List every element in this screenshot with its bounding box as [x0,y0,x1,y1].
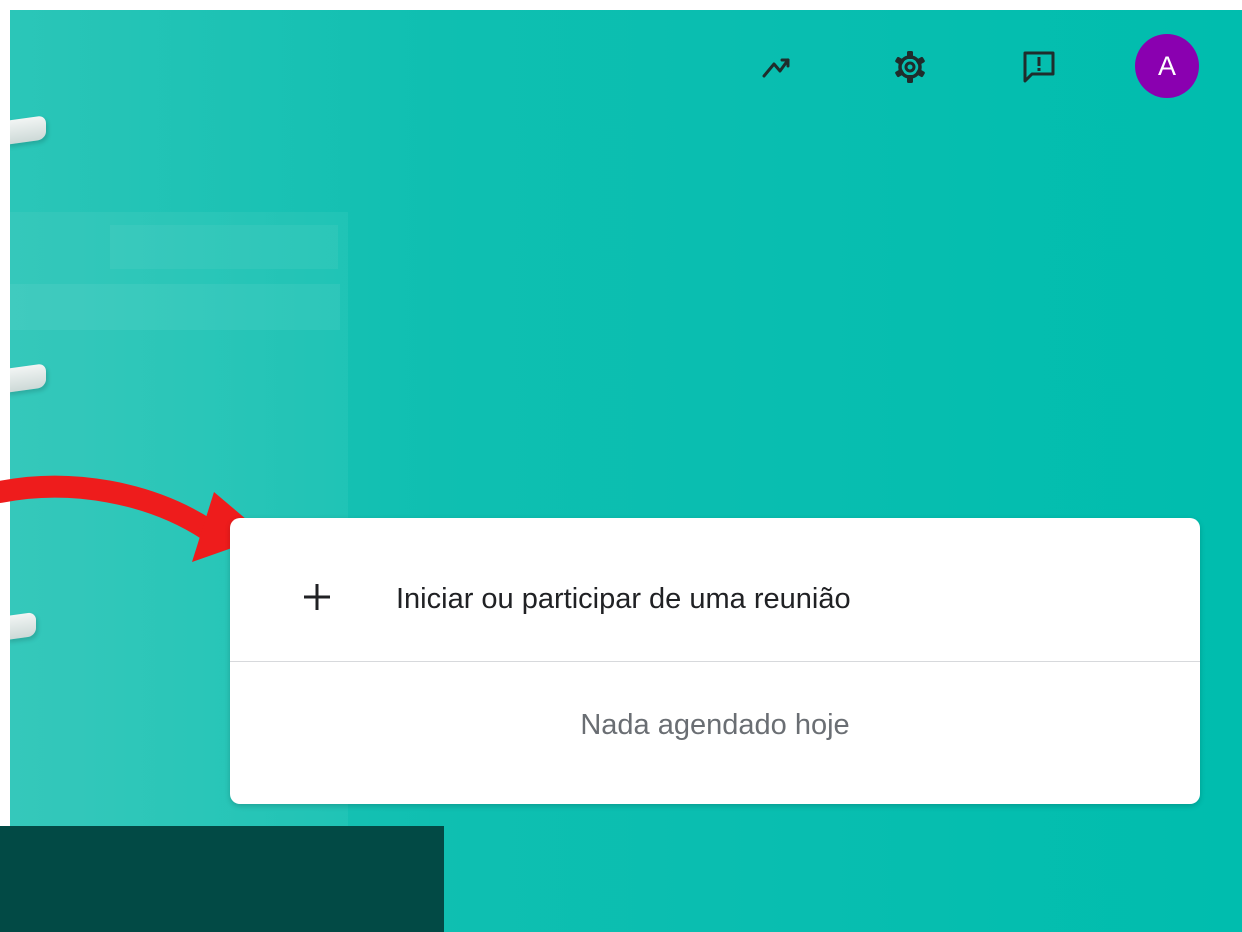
feedback-icon [1023,51,1055,83]
background-bar [10,284,340,330]
background-peg [6,115,46,145]
meeting-card: Iniciar ou participar de uma reunião Nad… [230,518,1200,804]
plus-icon [304,584,330,610]
top-border [0,0,1242,10]
settings-button[interactable] [888,45,932,89]
feedback-button[interactable] [1017,45,1061,89]
activity-button[interactable] [758,45,802,89]
card-divider [230,661,1200,662]
trending-icon [762,58,790,78]
start-or-join-meeting-button[interactable]: Iniciar ou participar de uma reunião [230,518,1200,661]
left-border [0,0,10,932]
no-meetings-today-text: Nada agendado hoje [580,709,850,741]
background-strip [110,225,338,269]
gear-icon [895,51,925,83]
start-or-join-meeting-label: Iniciar ou participar de uma reunião [396,583,851,615]
dark-overlay-block [0,826,444,932]
avatar[interactable]: A [1135,34,1199,98]
